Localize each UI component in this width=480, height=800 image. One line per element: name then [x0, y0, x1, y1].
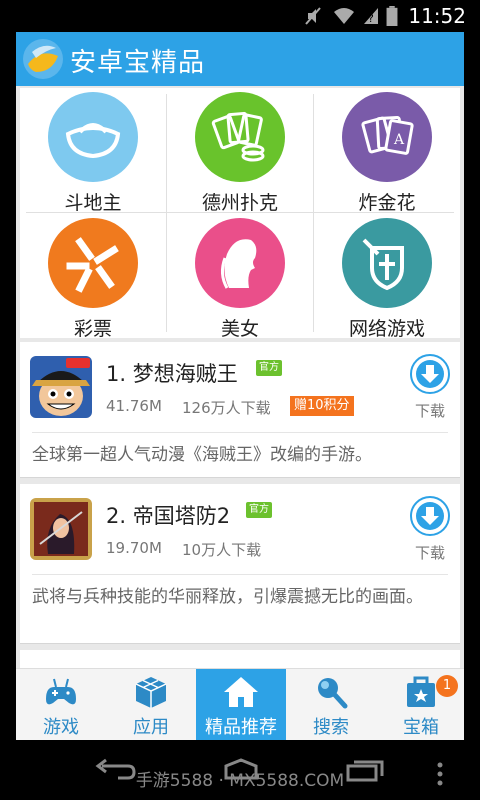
app-logo-icon: [23, 39, 63, 79]
category-label: 炸金花: [358, 192, 416, 214]
category-label: 美女: [220, 318, 259, 340]
app-list-item-partial[interactable]: [20, 650, 460, 668]
notification-badge: 1: [436, 675, 458, 697]
download-button[interactable]: 下载: [408, 496, 452, 566]
svg-text:?: ?: [368, 12, 374, 25]
playing-cards-icon: A: [361, 116, 414, 155]
category-label: 网络游戏: [348, 318, 425, 340]
app-name: 1. 梦想海贼王: [106, 362, 238, 386]
lottery-icon: [66, 237, 119, 293]
woman-silhouette-icon: [220, 239, 257, 289]
app-name: 2. 帝国塔防2: [106, 504, 231, 528]
tab-games[interactable]: 游戏: [16, 669, 106, 741]
app-icon-empire-td: [30, 498, 92, 560]
cards-chips-icon: [211, 111, 265, 162]
app-description: 全球第一超人气动漫《海贼王》改编的手游。: [32, 445, 372, 465]
tab-featured[interactable]: 精品推荐: [196, 669, 286, 741]
svg-text:A: A: [393, 132, 405, 148]
tab-label: 游戏: [43, 717, 79, 738]
shield-sword-icon: [362, 238, 404, 291]
mute-icon: [305, 7, 321, 25]
search-icon: [318, 678, 348, 709]
category-texas-poker[interactable]: 德州扑克: [167, 88, 313, 214]
download-count: 10万人下载: [182, 541, 262, 559]
category-online-games[interactable]: 网络游戏: [314, 214, 460, 340]
wifi-icon: [334, 8, 354, 24]
category-lottery[interactable]: 彩票: [20, 214, 166, 340]
app-header: 安卓宝精品: [16, 32, 464, 86]
tab-label: 精品推荐: [205, 717, 277, 738]
download-label: 下载: [414, 544, 445, 562]
tab-apps[interactable]: 应用: [106, 669, 196, 741]
signal-icon: ?: [364, 8, 378, 25]
download-arrow-icon: [414, 660, 454, 668]
home-icon: [224, 677, 258, 707]
tab-label: 宝箱: [403, 717, 439, 738]
app-description: 武将与兵种技能的华丽释放，引爆震撼无比的画面。: [32, 587, 423, 607]
category-beauty[interactable]: 美女: [167, 214, 313, 340]
app-icon-one-piece: [30, 356, 92, 418]
category-zhajinhua[interactable]: A 炸金花: [314, 88, 460, 214]
gamepad-icon: [46, 678, 76, 705]
download-arrow-icon: [416, 502, 444, 530]
download-button[interactable]: 下载: [408, 354, 452, 424]
battery-icon: [386, 6, 398, 26]
treasure-box-icon: [407, 676, 435, 707]
tab-label: 搜索: [313, 717, 349, 738]
app-list-item[interactable]: 2. 帝国塔防2 官方 19.70M 10万人下载 下载 武将与兵种技能的华丽释…: [20, 484, 460, 644]
category-label: 德州扑克: [201, 192, 278, 214]
status-bar: ? 11:52: [0, 0, 480, 32]
gift-badge: 赠10积分: [290, 396, 354, 416]
category-doudizhu[interactable]: 斗地主: [20, 88, 166, 214]
download-label: 下载: [414, 402, 445, 420]
download-arrow-icon: [416, 360, 444, 388]
tab-treasure[interactable]: 1 宝箱: [376, 669, 466, 741]
app-list-item[interactable]: 1. 梦想海贼王 官方 41.76M 126万人下载 赠10积分 下载 全球第一…: [20, 342, 460, 478]
download-count: 126万人下载: [182, 399, 271, 417]
category-grid: 斗地主 德州扑克 A 炸金花 彩票 美女 网络游戏: [20, 88, 460, 340]
category-label: 彩票: [73, 318, 112, 340]
status-time: 11:52: [408, 4, 466, 28]
main-content[interactable]: 斗地主 德州扑克 A 炸金花 彩票 美女 网络游戏 1. 梦想海贼王 官方 41…: [16, 86, 464, 668]
tab-label: 应用: [133, 717, 169, 738]
app-title: 安卓宝精品: [70, 48, 206, 78]
category-label: 斗地主: [64, 192, 122, 214]
app-size: 41.76M: [106, 397, 162, 415]
tab-search[interactable]: 搜索: [286, 669, 376, 741]
system-nav-bar: 手游5588 · MX5588.COM: [0, 740, 480, 800]
app-size: 19.70M: [106, 539, 162, 557]
cube-icon: [135, 677, 167, 708]
official-badge: 官方: [256, 360, 282, 376]
official-badge: 官方: [246, 502, 272, 518]
bottom-tab-bar: 游戏 应用 精品推荐 搜索 1 宝箱: [16, 668, 466, 741]
gold-ingot-icon: [65, 123, 121, 159]
watermark-text: 手游5588 · MX5588.COM: [135, 771, 345, 791]
